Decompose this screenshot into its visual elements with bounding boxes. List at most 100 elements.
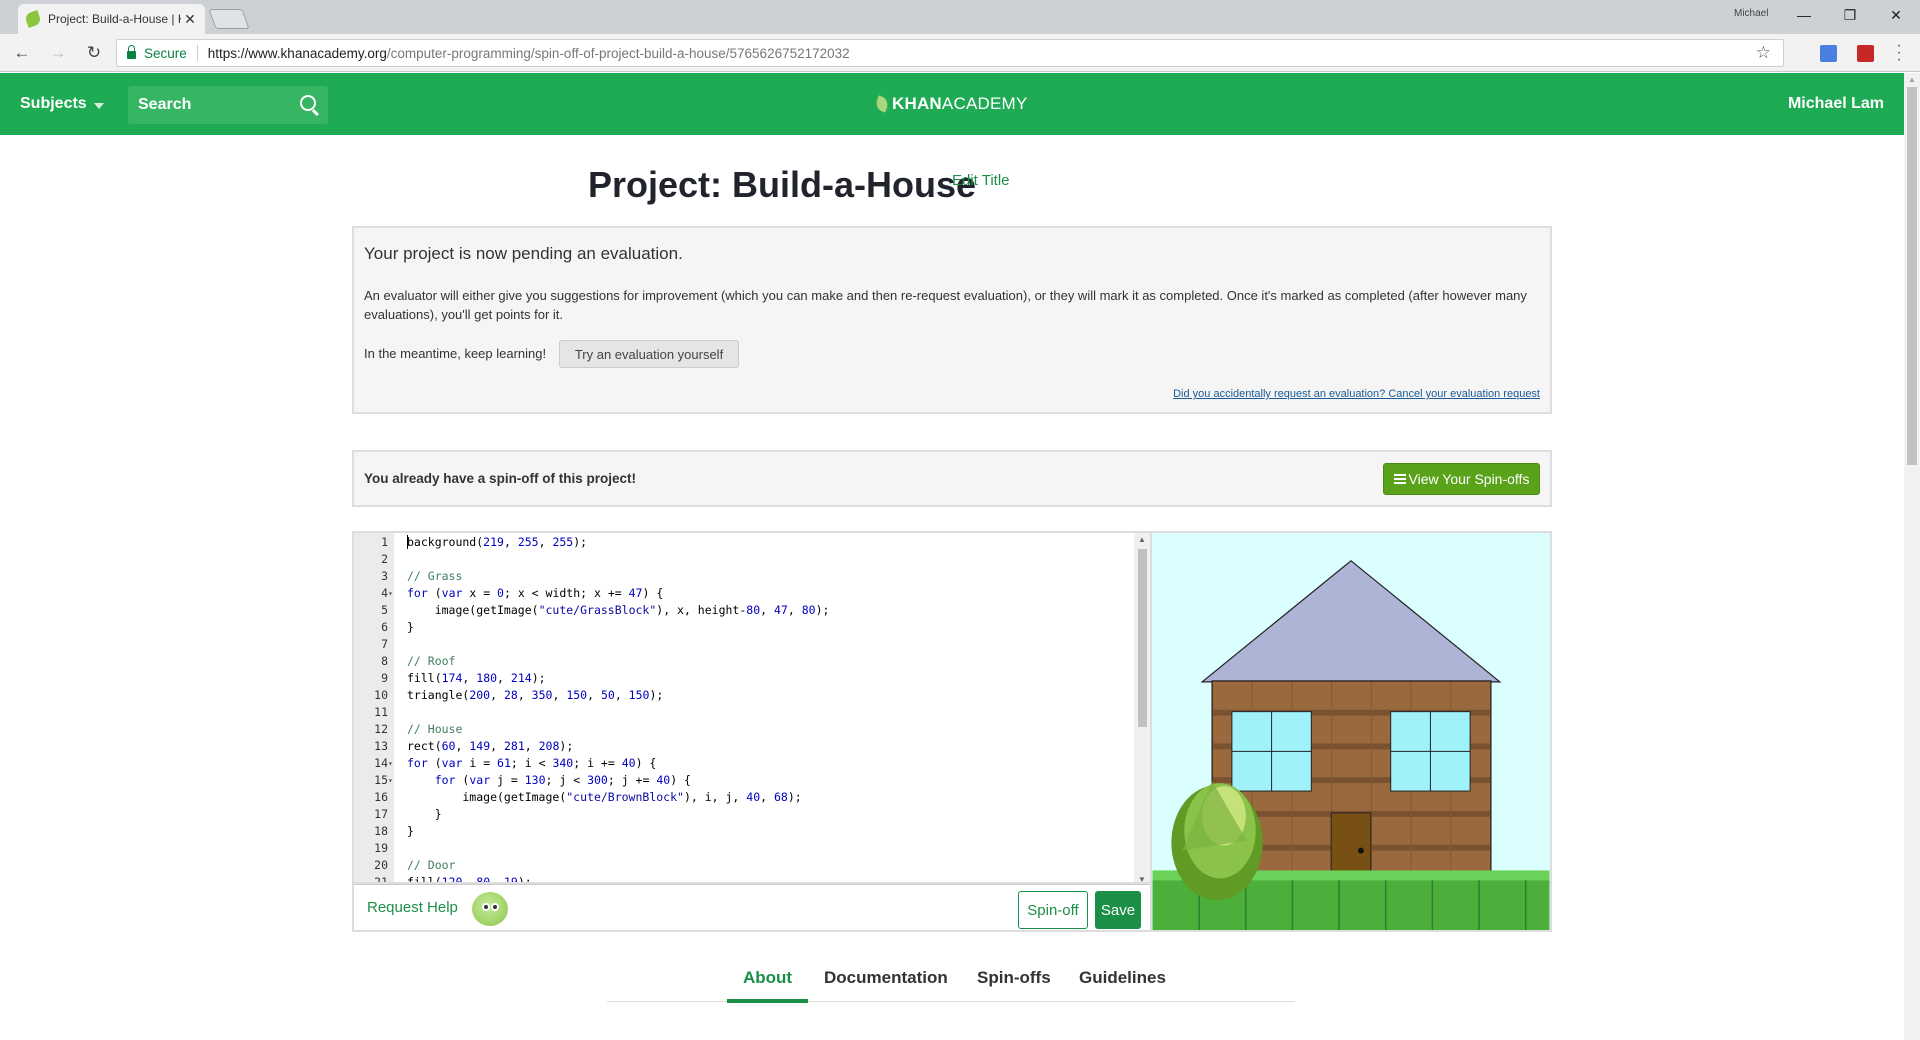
code-text[interactable]: fill(120, 80, 19); (407, 874, 532, 882)
code-line[interactable]: 15 ▾ for (var j = 130; j < 300; j += 40) … (354, 772, 1134, 789)
code-line[interactable]: 11 (354, 704, 1134, 721)
code-line[interactable]: 5 image(getImage("cute/GrassBlock"), x, … (354, 602, 1134, 619)
line-number: 7 (381, 637, 388, 651)
url-text[interactable]: https://www.khanacademy.org/computer-pro… (208, 46, 850, 61)
code-line[interactable]: 1 background(219, 255, 255); (354, 534, 1134, 551)
search-icon[interactable] (300, 95, 316, 111)
code-line[interactable]: 21 fill(120, 80, 19); (354, 874, 1134, 882)
line-number: 16 (374, 790, 388, 804)
scroll-down-icon[interactable]: ▼ (1138, 875, 1146, 882)
user-menu[interactable]: Michael Lam (1788, 73, 1884, 135)
subjects-label: Subjects (20, 95, 87, 112)
line-number: 13 (374, 739, 388, 753)
code-editor[interactable]: 1 background(219, 255, 255); 2 3// Grass 4 ▾ f… (352, 531, 1150, 884)
code-text[interactable]: // Grass (407, 568, 462, 585)
code-line[interactable]: 9 fill(174, 180, 214); (354, 670, 1134, 687)
bookmark-star-icon[interactable]: ☆ (1756, 43, 1771, 63)
editor-scrollbar[interactable]: ▲ ▼ (1134, 533, 1150, 882)
page-scrollbar[interactable]: ▲ (1904, 73, 1920, 1040)
code-line[interactable]: 14 ▾ for (var i = 61; i < 340; i += 40) { (354, 755, 1134, 772)
tab-spin-offs[interactable]: Spin-offs (977, 968, 1051, 1002)
translate-extension-icon[interactable] (1820, 45, 1837, 62)
line-number: 4 (381, 586, 388, 600)
code-text[interactable]: fill(174, 180, 214); (407, 670, 546, 687)
code-line[interactable]: 20 // Door (354, 857, 1134, 874)
fold-arrow-icon[interactable]: ▾ (388, 755, 396, 772)
spin-off-button[interactable]: Spin-off (1018, 891, 1088, 929)
left-window (1231, 711, 1312, 792)
menu-icon[interactable]: · · · (1894, 38, 1904, 68)
code-text[interactable]: // House (407, 721, 462, 738)
reload-icon[interactable]: ↻ (82, 42, 106, 64)
line-number: 9 (381, 671, 388, 685)
code-text[interactable]: // Door (407, 857, 455, 874)
scrollbar-thumb[interactable] (1907, 87, 1917, 465)
code-text[interactable]: } (407, 823, 414, 840)
code-text[interactable]: for (var j = 130; j < 300; j += 40) { (407, 772, 691, 789)
forward-icon[interactable]: → (46, 42, 70, 64)
code-text[interactable]: for (var x = 0; x < width; x += 47) { (407, 585, 663, 602)
edit-title-link[interactable]: Edit Title (952, 172, 1010, 189)
fold-arrow-icon[interactable]: ▾ (388, 585, 396, 602)
subjects-menu[interactable]: Subjects (20, 73, 104, 135)
code-line[interactable]: 12 // House (354, 721, 1134, 738)
code-line[interactable]: 19 (354, 840, 1134, 857)
profile-name[interactable]: Michael (1734, 8, 1768, 19)
request-help-link[interactable]: Request Help (367, 899, 458, 916)
code-line[interactable]: 16 image(getImage("cute/BrownBlock"), i,… (354, 789, 1134, 806)
fold-arrow-icon[interactable]: ▾ (388, 772, 396, 789)
view-spinoffs-button[interactable]: View Your Spin-offs (1383, 463, 1540, 495)
code-line[interactable]: 6} (354, 619, 1134, 636)
khan-academy-logo[interactable]: KHAN ACADEMY (873, 73, 1027, 135)
code-text[interactable]: image(getImage("cute/GrassBlock"), x, he… (407, 602, 830, 619)
code-area[interactable]: 1 background(219, 255, 255); 2 3// Grass 4 ▾ f… (354, 533, 1134, 882)
code-text[interactable]: image(getImage("cute/BrownBlock"), i, j,… (407, 789, 801, 806)
code-text[interactable]: // Roof (407, 653, 455, 670)
back-icon[interactable]: ← (10, 42, 34, 64)
code-text[interactable]: background(219, 255, 255); (407, 534, 587, 551)
evaluation-heading: Your project is now pending an evaluatio… (364, 244, 683, 263)
save-button[interactable]: Save (1095, 891, 1141, 929)
code-text[interactable]: } (407, 806, 442, 823)
code-text[interactable]: rect(60, 149, 281, 208); (407, 738, 573, 755)
code-text[interactable]: } (407, 619, 414, 636)
minimize-icon[interactable]: — (1782, 4, 1826, 26)
code-line[interactable]: 3 // Grass (354, 568, 1134, 585)
line-number: 12 (374, 722, 388, 736)
line-number: 3 (381, 569, 388, 583)
code-line[interactable]: 2 (354, 551, 1134, 568)
code-text[interactable]: for (var i = 61; i < 340; i += 40) { (407, 755, 656, 772)
line-number: 6 (381, 620, 388, 634)
extension-icon[interactable] (1857, 45, 1874, 62)
line-number: 2 (381, 552, 388, 566)
code-line[interactable]: 13 rect(60, 149, 281, 208); (354, 738, 1134, 755)
address-bar[interactable]: Secure https://www.khanacademy.org/compu… (116, 39, 1784, 67)
new-tab-button[interactable] (208, 9, 250, 29)
code-line[interactable]: 4 ▾ for (var x = 0; x < width; x += 47) { (354, 585, 1134, 602)
lock-icon (127, 45, 136, 59)
line-number: 18 (374, 824, 388, 838)
window-close-icon[interactable]: ✕ (1874, 4, 1918, 26)
code-line[interactable]: 18} (354, 823, 1134, 840)
close-tab-icon[interactable]: ✕ (181, 11, 199, 28)
browser-tab[interactable]: Project: Build-a-House | K ✕ (18, 4, 205, 34)
code-line[interactable]: 8 // Roof (354, 653, 1134, 670)
scroll-up-icon[interactable]: ▲ (1908, 75, 1916, 84)
scroll-up-icon[interactable]: ▲ (1138, 535, 1146, 544)
code-line[interactable]: 10 triangle(200, 28, 350, 150, 50, 150); (354, 687, 1134, 704)
output-canvas[interactable] (1150, 531, 1552, 932)
code-line[interactable]: 7 (354, 636, 1134, 653)
tab-about[interactable]: About (726, 968, 809, 1003)
try-evaluation-button[interactable]: Try an evaluation yourself (559, 340, 739, 368)
code-line[interactable]: 17 } (354, 806, 1134, 823)
tab-guidelines[interactable]: Guidelines (1079, 968, 1166, 1002)
door-knob (1357, 847, 1364, 854)
secure-label: Secure (144, 45, 187, 61)
editor-scrollbar-thumb[interactable] (1138, 549, 1147, 727)
code-text[interactable]: triangle(200, 28, 350, 150, 50, 150); (407, 687, 663, 704)
tab-documentation[interactable]: Documentation (824, 968, 948, 1002)
cancel-evaluation-link[interactable]: Did you accidentally request an evaluati… (1173, 388, 1540, 400)
restore-icon[interactable]: ❐ (1828, 4, 1872, 26)
line-number: 5 (381, 603, 388, 617)
search-input[interactable]: Search (128, 86, 328, 124)
